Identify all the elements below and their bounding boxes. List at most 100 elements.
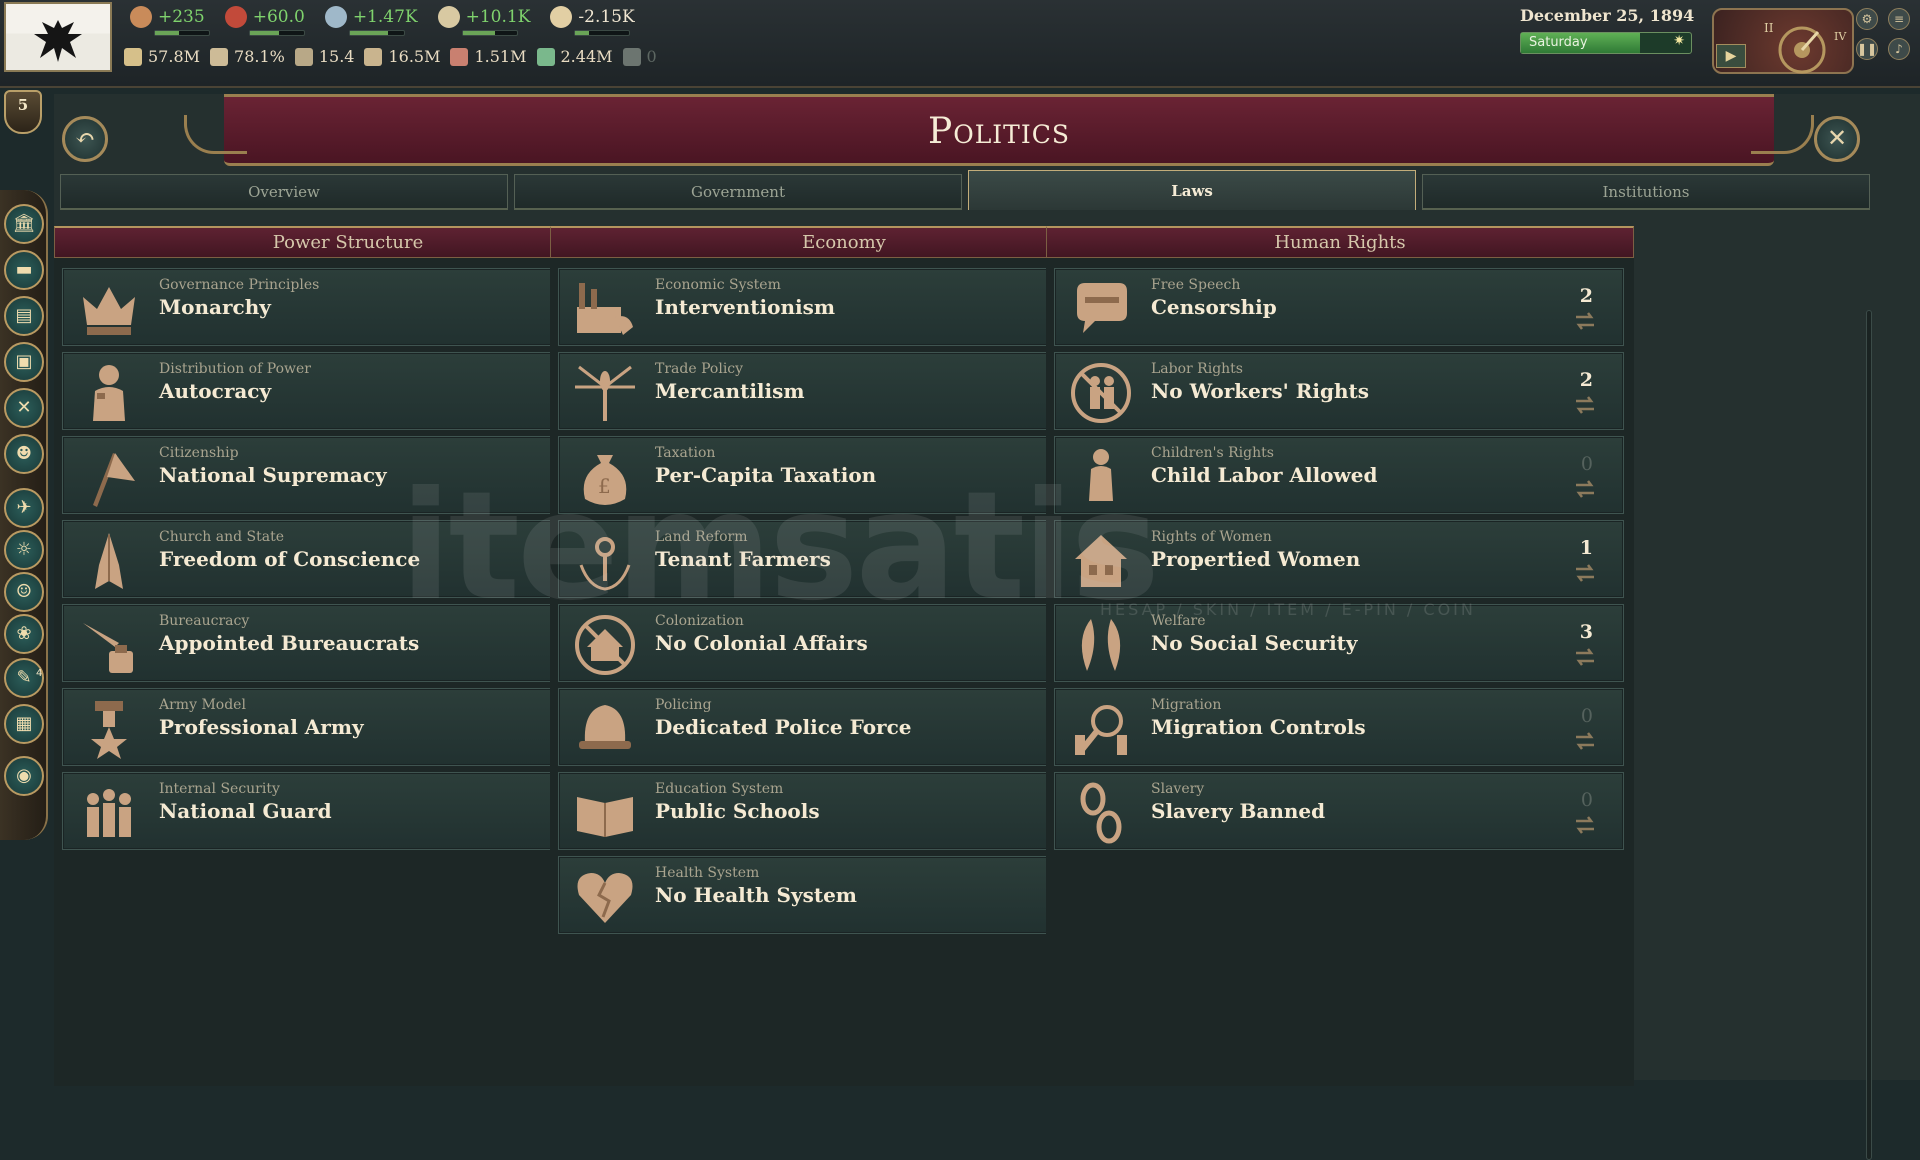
culture-nav-icon: ☺ (15, 581, 33, 602)
change-law-icon[interactable] (1573, 309, 1597, 333)
back-button[interactable]: ↶ (62, 116, 108, 162)
resource-bar-fill (155, 31, 180, 35)
interests-nav-icon: ❀ (16, 623, 32, 644)
date-panel[interactable]: December 25, 1894 Saturday ✷ (1520, 4, 1696, 54)
tab-overview[interactable]: Overview (60, 174, 508, 210)
stat-standard-of-living[interactable]: 15.4 (294, 47, 354, 66)
market-nav-button[interactable]: ▣ (4, 342, 44, 382)
map-nav-button[interactable]: ◉ (4, 756, 44, 796)
eagle-icon (34, 20, 82, 62)
music-icon[interactable]: ♪ (1888, 38, 1910, 60)
law-card[interactable]: Health SystemNo Health System0 (558, 856, 1128, 934)
praying-hands-icon (73, 525, 145, 597)
stat-workforce[interactable]: 1.51M (450, 47, 527, 66)
buildings-nav-button[interactable]: ▤ (4, 296, 44, 336)
change-law-icon[interactable] (1573, 561, 1597, 585)
diplomacy-nav-button[interactable]: ✈ (4, 488, 44, 528)
law-name: Child Labor Allowed (1151, 463, 1378, 487)
settings-gear-icon[interactable]: ⚙ (1856, 8, 1878, 30)
law-card[interactable]: PolicingDedicated Police Force1 (558, 688, 1128, 766)
watermark: itemsatis (400, 460, 1160, 634)
diplomacy-icon (324, 6, 347, 28)
culture-nav-button[interactable]: ☺ (4, 572, 44, 612)
population-icon (364, 47, 383, 66)
law-category: Rights of Women (1151, 529, 1272, 545)
military-nav-button[interactable]: ✕ (4, 388, 44, 428)
change-law-icon[interactable] (1573, 813, 1597, 837)
stat-value: 1.51M (474, 47, 527, 66)
change-law-icon[interactable] (1573, 477, 1597, 501)
close-button[interactable]: ✕ (1814, 116, 1860, 162)
law-card[interactable]: Trade PolicyMercantilism1 (558, 352, 1128, 430)
journal-nav-button[interactable]: ✎ 4 (4, 658, 44, 698)
interests-nav-button[interactable]: ❀ (4, 614, 44, 654)
stat-radicals[interactable]: 0 (622, 47, 657, 66)
stat-literacy[interactable]: 78.1% (210, 47, 285, 66)
panel-header: Politics (184, 94, 1814, 166)
budget-nav-button[interactable]: ▬ (4, 250, 44, 290)
law-name: No Colonial Affairs (655, 631, 868, 655)
medal-icon (73, 693, 145, 765)
close-icon: ✕ (1826, 124, 1848, 152)
law-card[interactable]: Governance PrinciplesMonarchy3 (62, 268, 632, 346)
change-law-icon[interactable] (1573, 645, 1597, 669)
stat-gdp[interactable]: 57.8M (124, 47, 200, 66)
police-helmet-icon (569, 693, 641, 765)
weekday-label: Saturday (1529, 35, 1588, 50)
law-name: National Guard (159, 799, 332, 823)
workforce-icon (450, 47, 469, 66)
law-category: Education System (655, 781, 784, 797)
resource-diplomacy[interactable]: +1.47K (324, 6, 418, 36)
law-category: Health System (655, 865, 760, 881)
law-option-count: 1 (1579, 537, 1593, 559)
svg-text:IV: IV (1834, 30, 1847, 43)
law-card[interactable]: Distribution of PowerAutocracy5 (62, 352, 632, 430)
tab-laws[interactable]: Laws (968, 170, 1416, 210)
diplomacy-nav-icon: ✈ (16, 497, 32, 518)
country-flag[interactable] (4, 2, 112, 72)
politics-nav-button[interactable]: 🏛 (4, 204, 44, 244)
law-card[interactable]: Slavery Slavery Banned 0 (1054, 772, 1624, 850)
resource-authority[interactable]: +235 (130, 6, 210, 36)
outliner-nav-button[interactable]: ▦ (4, 704, 44, 744)
population-nav-button[interactable]: ☻ (4, 434, 44, 474)
speech-bubble-icon (1065, 273, 1137, 345)
resource-value: +60.0 (252, 7, 305, 27)
tab-government[interactable]: Government (514, 174, 962, 210)
stat-loyalists[interactable]: 2.44M (536, 47, 613, 66)
law-card[interactable]: Economic SystemInterventionism1 (558, 268, 1128, 346)
law-name: Mercantilism (655, 379, 805, 403)
law-name: No Social Security (1151, 631, 1358, 655)
stat-population[interactable]: 16.5M (364, 47, 440, 66)
game-speed-bar[interactable]: Saturday ✷ (1520, 32, 1692, 54)
quill-inkwell-icon (73, 609, 145, 681)
tab-bar: Overview Government Laws Institutions (60, 170, 1870, 210)
scrollbar[interactable] (1866, 310, 1872, 1160)
law-category: Internal Security (159, 781, 280, 797)
technology-nav-icon: ☼ (15, 539, 33, 560)
technology-nav-button[interactable]: ☼ (4, 530, 44, 570)
authority-icon (130, 6, 152, 28)
pause-icon[interactable]: ❚❚ (1856, 38, 1878, 60)
population-nav-icon: ☻ (15, 443, 33, 464)
play-button[interactable]: ▶ (1716, 44, 1746, 68)
law-card[interactable]: Internal SecurityNational Guard1 (62, 772, 632, 850)
rank-badge[interactable]: 5 (4, 90, 42, 134)
law-category: Children's Rights (1151, 445, 1274, 461)
law-card[interactable]: Army ModelProfessional Army0 (62, 688, 632, 766)
law-card[interactable]: Free Speech Censorship 2 (1054, 268, 1624, 346)
law-category: Governance Principles (159, 277, 320, 293)
law-card[interactable]: Labor Rights No Workers' Rights 2 (1054, 352, 1624, 430)
resource-income[interactable]: +10.1K (437, 6, 530, 36)
svg-text:II: II (1764, 21, 1774, 35)
change-law-icon[interactable] (1573, 729, 1597, 753)
factory-hand-icon (569, 273, 641, 345)
tab-institutions[interactable]: Institutions (1422, 174, 1870, 210)
change-law-icon[interactable] (1573, 393, 1597, 417)
menu-icon[interactable]: ≡ (1888, 8, 1910, 30)
resource-influence[interactable]: +60.0 (224, 6, 305, 36)
law-card[interactable]: Education SystemPublic Schools0 (558, 772, 1128, 850)
influence-icon (224, 6, 247, 28)
resource-treasury[interactable]: -2.15K (550, 6, 635, 36)
law-card[interactable]: Migration Migration Controls 0 (1054, 688, 1624, 766)
